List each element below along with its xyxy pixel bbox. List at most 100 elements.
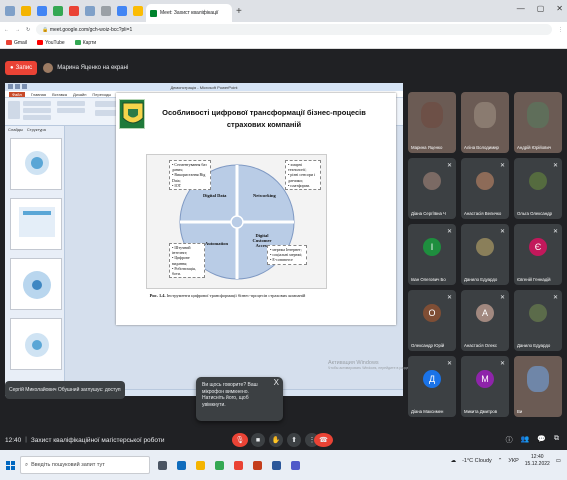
slide-thumbnail[interactable] bbox=[10, 138, 62, 190]
ppt-menu-item[interactable]: Файл bbox=[9, 91, 25, 97]
participant-tile[interactable]: А ✕ Анастасія Олекс bbox=[461, 290, 509, 351]
edge-icon[interactable] bbox=[177, 460, 186, 470]
tab-favicon[interactable] bbox=[85, 6, 95, 16]
participant-tile[interactable]: Марина Яценко bbox=[408, 92, 456, 153]
ppt-menu-item[interactable]: Переходы bbox=[92, 92, 111, 97]
windows-start-icon[interactable] bbox=[6, 460, 15, 470]
note-customer-access: • мережа Інтернет; • соціальні мережі; •… bbox=[267, 245, 307, 265]
tab-favicon[interactable] bbox=[69, 6, 79, 16]
avatar: А bbox=[476, 304, 494, 322]
new-tab-button[interactable]: + bbox=[236, 6, 242, 17]
leave-call-button[interactable]: ☎ bbox=[314, 433, 333, 447]
tab-favicon[interactable] bbox=[117, 6, 127, 16]
minimize-icon[interactable]: — bbox=[517, 4, 525, 13]
ppt-menu-item[interactable]: Дизайн bbox=[73, 92, 86, 97]
paste-icon[interactable] bbox=[8, 101, 20, 119]
participant-tile[interactable]: ✕ Анастасія Величко bbox=[461, 158, 509, 219]
figure-caption: Рис. 1.4. Інструменти цифрової трансформ… bbox=[149, 293, 306, 298]
participant-tile[interactable]: Аліна Володимир bbox=[461, 92, 509, 153]
participant-tile[interactable]: ✕ Ольга Олександр bbox=[514, 158, 562, 219]
weather-text: -1°C Cloudy bbox=[462, 458, 492, 464]
participant-name: Ви bbox=[517, 409, 523, 414]
slide-thumbnail[interactable] bbox=[10, 258, 62, 310]
tab-favicon[interactable] bbox=[53, 6, 63, 16]
tab-favicon[interactable] bbox=[5, 6, 15, 16]
clock[interactable]: 12:40 15.12.2022 bbox=[525, 454, 550, 468]
participant-tile[interactable]: Д ✕ Діана Максимен bbox=[408, 356, 456, 417]
opera-icon[interactable] bbox=[234, 460, 243, 470]
tab-outline[interactable]: Структура bbox=[27, 127, 46, 133]
participant-tile[interactable]: Є ✕ Євгеній Геннадій bbox=[514, 224, 562, 285]
segment-digital-data: Digital Data bbox=[203, 193, 227, 198]
ribbon-button[interactable] bbox=[23, 108, 51, 113]
speaker-caption: Сергій Миколайович Обушний заглушує: дос… bbox=[5, 381, 125, 399]
network-icon[interactable]: ⌃ bbox=[498, 458, 503, 464]
ribbon-button[interactable] bbox=[23, 101, 51, 106]
participant-tile[interactable]: Андрій Юрійович bbox=[514, 92, 562, 153]
tab-favicon[interactable] bbox=[37, 6, 47, 16]
notification-icon[interactable]: ▭ bbox=[556, 458, 561, 464]
present-button[interactable]: ⬆ bbox=[287, 433, 301, 447]
language-indicator[interactable]: УКР bbox=[508, 458, 518, 464]
maximize-icon[interactable]: ▢ bbox=[537, 4, 545, 13]
camera-button[interactable]: ■ bbox=[251, 433, 265, 447]
ppt-menu-item[interactable]: Главная bbox=[31, 92, 46, 97]
participant-tile[interactable]: О ✕ Олександр Юрій bbox=[408, 290, 456, 351]
avatar: О bbox=[423, 304, 441, 322]
avatar: Є bbox=[529, 238, 547, 256]
note-digital-data: • Сегментування баз даних; • Використанн… bbox=[169, 160, 211, 191]
tab-favicon[interactable] bbox=[133, 6, 143, 16]
tab-slides[interactable]: Слайды bbox=[8, 127, 23, 133]
participant-tile[interactable]: М ✕ Микита Дмитров bbox=[461, 356, 509, 417]
slide-thumbnail[interactable] bbox=[10, 318, 62, 370]
participant-name: Марина Яценко bbox=[411, 145, 443, 150]
avatar bbox=[527, 102, 549, 128]
address-bar[interactable]: 🔒 meet.google.com/gch-woiz-bcc?pli=1 bbox=[36, 24, 552, 35]
tab-favicon[interactable] bbox=[21, 6, 31, 16]
participant-tile[interactable]: Ви bbox=[514, 356, 562, 417]
slide-thumbnail[interactable] bbox=[10, 198, 62, 250]
chrome-icon[interactable] bbox=[215, 460, 224, 470]
bookmark-youtube[interactable]: YouTube bbox=[37, 40, 65, 46]
taskbar-search[interactable]: ⌕ Введіть пошуковий запит тут bbox=[20, 456, 150, 474]
active-tab[interactable]: Meet: Захист кваліфікації bbox=[146, 4, 232, 22]
task-view-icon[interactable] bbox=[158, 460, 167, 470]
participant-tile[interactable]: ✕ Діана Сергіївна Ч bbox=[408, 158, 456, 219]
powerpoint-icon[interactable] bbox=[253, 460, 262, 470]
mic-off-button[interactable]: 🎙 bbox=[232, 433, 248, 447]
tab-favicon[interactable] bbox=[101, 6, 111, 16]
ribbon-button[interactable] bbox=[57, 108, 85, 113]
extensions-icon[interactable]: ⋮ bbox=[558, 27, 563, 33]
mic-muted-popup: X Ви щось говорите? Ваш мікрофон вимкнен… bbox=[196, 377, 283, 421]
ribbon-button[interactable] bbox=[57, 101, 85, 106]
teams-icon[interactable] bbox=[291, 460, 300, 470]
bookmark-gmail[interactable]: Gmail bbox=[6, 40, 27, 46]
close-icon[interactable]: ✕ bbox=[556, 4, 563, 13]
raise-hand-button[interactable]: ✋ bbox=[269, 433, 283, 447]
participant-tile[interactable]: ✕ Данило Едуардо bbox=[461, 224, 509, 285]
word-icon[interactable] bbox=[272, 460, 281, 470]
recording-badge[interactable]: ● Запис bbox=[5, 61, 38, 75]
back-icon[interactable]: ← bbox=[4, 27, 9, 33]
participant-tile[interactable]: І ✕ Іван Олегович Бо bbox=[408, 224, 456, 285]
ribbon-button[interactable] bbox=[23, 115, 51, 120]
participant-name: Діана Сергіївна Ч bbox=[411, 211, 446, 216]
reload-icon[interactable]: ↻ bbox=[26, 27, 30, 33]
bookmark-maps[interactable]: Карти bbox=[74, 40, 96, 46]
university-logo bbox=[119, 99, 145, 129]
forward-icon[interactable]: → bbox=[15, 27, 20, 33]
info-icon[interactable]: ⓘ bbox=[506, 435, 513, 445]
avatar bbox=[423, 172, 441, 190]
chat-icon[interactable]: 💬 bbox=[537, 435, 546, 445]
ppt-menu-item[interactable]: Вставка bbox=[52, 92, 67, 97]
activities-icon[interactable]: ⧉ bbox=[554, 435, 559, 445]
meet-control-bar: 12:40 | Захист кваліфікаційної магістерс… bbox=[0, 430, 567, 450]
mic-muted-icon: ✕ bbox=[552, 295, 558, 301]
participant-tile[interactable]: ✕ Данило Едуардо bbox=[514, 290, 562, 351]
avatar bbox=[527, 366, 549, 392]
people-icon[interactable]: 👥 bbox=[521, 435, 530, 445]
weather-icon[interactable]: ☁ bbox=[451, 458, 457, 464]
mic-muted-icon: ✕ bbox=[446, 295, 452, 301]
file-explorer-icon[interactable] bbox=[196, 460, 205, 470]
close-icon[interactable]: X bbox=[274, 379, 279, 387]
